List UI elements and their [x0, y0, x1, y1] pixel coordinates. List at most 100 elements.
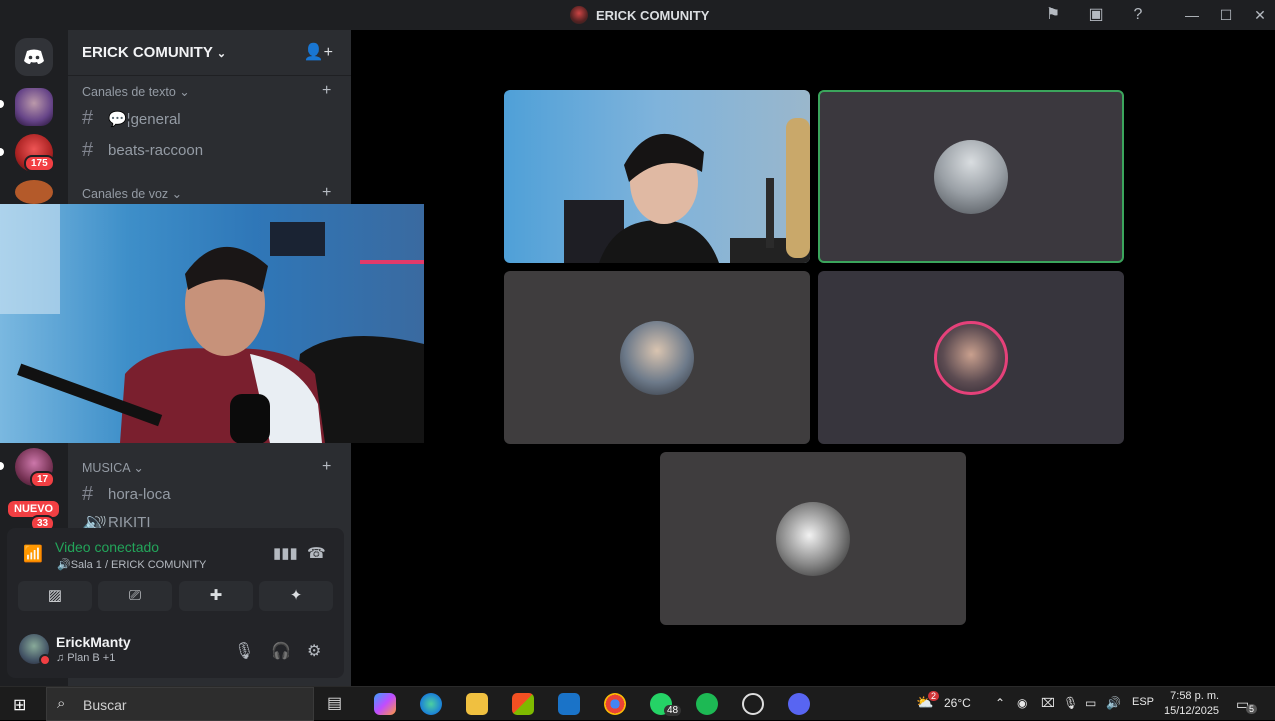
- camera-off-button[interactable]: ▨: [18, 581, 92, 611]
- avatar: [934, 320, 1008, 395]
- category-label: Canales de texto: [82, 85, 176, 99]
- avatar: [776, 501, 850, 576]
- tray-app-icon[interactable]: ◉: [1017, 696, 1027, 710]
- voice-status[interactable]: Video conectado: [55, 539, 159, 555]
- video-tile-speaking[interactable]: [818, 90, 1124, 263]
- username[interactable]: ErickManty: [56, 634, 131, 650]
- video-tile[interactable]: [818, 271, 1124, 444]
- soundboard-icon: ✦: [289, 587, 303, 604]
- copilot-icon[interactable]: [374, 693, 396, 715]
- temperature[interactable]: 26°C: [944, 696, 971, 710]
- category-voice[interactable]: Canales de voz ⌄ +: [82, 184, 331, 201]
- avatar: [934, 139, 1008, 214]
- help-icon[interactable]: ?: [1128, 5, 1148, 25]
- invite-people-icon[interactable]: 👤+: [304, 42, 333, 62]
- obs-icon[interactable]: [742, 693, 764, 715]
- add-channel-icon[interactable]: +: [322, 184, 331, 202]
- headphones-icon[interactable]: 🎧: [271, 641, 291, 661]
- file-explorer-icon[interactable]: [466, 693, 488, 715]
- language-indicator[interactable]: ESP: [1132, 696, 1154, 708]
- avatar: [620, 320, 694, 395]
- channel-label: 💬¦general: [108, 110, 181, 128]
- windows-start-icon[interactable]: ⊞: [13, 695, 26, 715]
- window-title: ERICK COMUNITY: [570, 6, 709, 24]
- server-icon: [570, 6, 588, 24]
- chevron-down-icon: ⌄: [216, 48, 227, 60]
- chevron-down-icon: ⌄: [171, 187, 183, 201]
- settings-gear-icon[interactable]: ⚙: [307, 641, 321, 661]
- flag-icon[interactable]: ⚑: [1043, 5, 1063, 25]
- clock[interactable]: 7:58 p. m. 15/12/2025: [1164, 689, 1219, 719]
- unread-pill: [0, 462, 4, 470]
- inbox-icon[interactable]: ▣: [1086, 5, 1106, 25]
- chevron-down-icon: ⌄: [179, 85, 190, 99]
- channel-label: hora-loca: [108, 486, 171, 503]
- video-tile[interactable]: [504, 271, 810, 444]
- category-text[interactable]: Canales de texto ⌄ +: [82, 82, 331, 99]
- server-icon[interactable]: [15, 180, 53, 204]
- screen-share-button[interactable]: ⎚: [98, 581, 172, 611]
- notifications-badge: 5: [1246, 704, 1258, 714]
- tray-app-icon[interactable]: ⌧: [1041, 696, 1055, 710]
- discord-taskbar-icon[interactable]: [788, 693, 810, 715]
- discord-logo-icon: [24, 49, 44, 64]
- hash-icon: #: [82, 107, 94, 129]
- unread-pill: [0, 100, 4, 108]
- soundboard-button[interactable]: ✦: [259, 581, 333, 611]
- channel-general[interactable]: # 💬¦general: [82, 107, 181, 130]
- windows-taskbar: ⊞ ⌕ Buscar ▤ 48 ⛅ 2 26°C ⌃ ◉ ⌧ 🎙 ▭ 🔊 ESP…: [0, 686, 1275, 721]
- clock-time: 7:58 p. m.: [1170, 690, 1220, 702]
- server-name-text: ERICK COMUNITY: [82, 44, 213, 61]
- microphone-icon[interactable]: 🎙: [1063, 696, 1078, 710]
- clock-date: 15/12/2025: [1164, 705, 1220, 717]
- taskbar-search[interactable]: ⌕ Buscar: [46, 687, 314, 721]
- self-camera-preview[interactable]: [0, 204, 424, 443]
- weather-badge: 2: [928, 691, 940, 701]
- channel-label: RIKITI: [108, 516, 151, 528]
- video-tile[interactable]: [660, 452, 966, 625]
- category-music[interactable]: MUSICA ⌄ +: [82, 458, 331, 475]
- video-tile-camera[interactable]: [504, 90, 810, 263]
- participant-video: [564, 118, 810, 263]
- speaker-icon: 🔊: [82, 516, 107, 528]
- outlook-icon[interactable]: [558, 693, 580, 715]
- screen-share-icon: ⎚: [128, 587, 141, 604]
- server-header[interactable]: ERICK COMUNITY ⌄ 👤+: [68, 30, 351, 76]
- add-channel-icon[interactable]: +: [322, 458, 331, 476]
- disconnect-icon[interactable]: ☎: [307, 544, 326, 562]
- microsoft-store-icon[interactable]: [512, 693, 534, 715]
- activities-icon: ✚: [209, 587, 223, 604]
- signal-icon[interactable]: 📶: [23, 544, 43, 564]
- activities-button[interactable]: ✚: [179, 581, 253, 611]
- channel-hora-loca[interactable]: # hora-loca: [82, 483, 171, 506]
- network-icon[interactable]: ▭: [1085, 696, 1096, 710]
- chrome-icon[interactable]: [604, 693, 626, 715]
- server-name[interactable]: ERICK COMUNITY ⌄: [82, 44, 226, 61]
- search-placeholder: Buscar: [83, 697, 127, 713]
- user-activity: ♫ Plan B +1: [56, 652, 116, 664]
- server-icon-erick[interactable]: [15, 88, 53, 126]
- minimize-button[interactable]: —: [1178, 4, 1206, 26]
- noise-suppression-icon[interactable]: ▮▮▮: [273, 544, 298, 562]
- status-dnd-icon: [39, 654, 51, 666]
- add-channel-icon[interactable]: +: [322, 82, 331, 100]
- title-bar: ERICK COMUNITY ⚑ ▣ ? — ☐ ✕: [0, 0, 1275, 30]
- microphone-icon[interactable]: 🎙: [234, 641, 254, 661]
- voice-connection-panel: 📶 Video conectado 🔊Sala 1 / ERICK COMUNI…: [7, 528, 344, 678]
- task-view-icon[interactable]: ▤: [327, 693, 349, 715]
- voice-location[interactable]: 🔊Sala 1 / ERICK COMUNITY: [57, 558, 206, 571]
- maximize-button[interactable]: ☐: [1212, 4, 1240, 26]
- spotify-icon[interactable]: [696, 693, 718, 715]
- volume-icon[interactable]: 🔊: [1106, 696, 1121, 710]
- discord-home-button[interactable]: [15, 38, 53, 76]
- channel-rikiti[interactable]: 🔊 RIKITI: [82, 516, 151, 528]
- hash-icon: #: [82, 139, 94, 161]
- channel-beats-raccoon[interactable]: # beats-raccoon: [82, 139, 203, 162]
- channel-label: beats-raccoon: [108, 142, 204, 159]
- close-button[interactable]: ✕: [1246, 4, 1274, 26]
- search-icon: ⌕: [57, 695, 66, 712]
- unread-pill: [0, 148, 4, 156]
- camera-off-icon: ▨: [47, 587, 63, 604]
- chevron-up-icon[interactable]: ⌃: [995, 696, 1005, 710]
- edge-icon[interactable]: [420, 693, 442, 715]
